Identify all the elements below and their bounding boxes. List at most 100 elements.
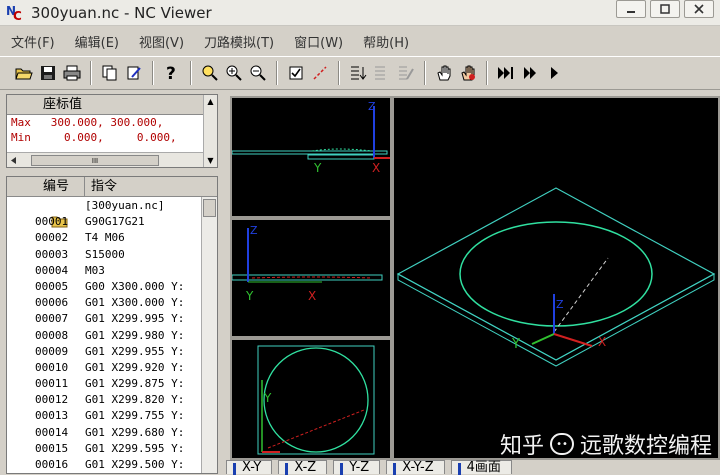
line-number: 00005	[35, 279, 69, 293]
code-row[interactable]: 00014 G01 X299.680 Y:	[7, 425, 217, 441]
viewport-yz[interactable]: Z Y X	[230, 218, 392, 338]
scroll-left-icon[interactable]	[7, 154, 21, 167]
window-title: 300yuan.nc - NC Viewer	[31, 3, 212, 22]
coord-x-value: 0.000,	[64, 131, 104, 144]
watermark-right: 远歌数控编程	[579, 434, 712, 459]
code-row[interactable]: 00011 G01 X299.875 Y:	[7, 376, 217, 392]
scroll-up-icon[interactable]: ▲	[207, 97, 213, 106]
checkbox-icon[interactable]	[285, 62, 307, 84]
toolbar-separator	[190, 61, 192, 85]
code-row[interactable]: 00003 S15000	[7, 247, 217, 263]
menu-toolpath-simulation[interactable]: 刀路模拟(T)	[193, 32, 283, 51]
menu-window[interactable]: 窗口(W)	[283, 32, 352, 51]
gcode-command: G01 X299.680 Y:	[85, 425, 185, 439]
code-row[interactable]: 00010 G01 X299.920 Y:	[7, 360, 217, 376]
code-row[interactable]: 00008 G01 X299.980 Y:	[7, 328, 217, 344]
code-row[interactable]: 00009 G01 X299.955 Y:	[7, 344, 217, 360]
coordinates-hscrollbar[interactable]: III	[7, 152, 203, 167]
step-forward-icon[interactable]	[519, 62, 541, 84]
play-icon[interactable]	[543, 62, 565, 84]
minimize-button[interactable]	[616, 0, 646, 18]
hand-pan-icon[interactable]	[433, 62, 455, 84]
line-number: 00003	[35, 247, 69, 261]
viewport-xz[interactable]: Z Y X	[230, 96, 392, 218]
code-rows: 00001 G90G17G21 00002 T4 M06 00003 S15000 0000…	[7, 214, 217, 473]
menu-file[interactable]: 文件(F)	[0, 32, 64, 51]
menu-edit[interactable]: 编辑(E)	[64, 32, 128, 51]
rotate-hand-icon[interactable]	[457, 62, 479, 84]
axis-y-label: Y	[263, 391, 272, 405]
tab-xyz[interactable]: X-Y-Z	[386, 460, 445, 475]
list-edit-icon[interactable]	[395, 62, 417, 84]
zoom-in-icon[interactable]	[223, 62, 245, 84]
tab-xz[interactable]: X-Z	[278, 460, 328, 475]
viewport-xz-canvas: Z Y X	[231, 100, 390, 175]
toolbar-separator	[90, 61, 92, 85]
coordinates-vscrollbar[interactable]: ▲ ▼	[203, 95, 217, 167]
viewport-3d[interactable]: Z Y X	[392, 96, 720, 460]
toolbar-separator	[152, 61, 154, 85]
save-icon[interactable]	[37, 62, 59, 84]
view-tabs: X-Y X-Z Y-Z X-Y-Z 4画面	[226, 460, 720, 475]
gcode-command: T4 M06	[85, 231, 125, 245]
line-number: 00007	[35, 312, 69, 326]
help-icon[interactable]: ?	[161, 62, 183, 84]
file-row[interactable]: [300yuan.nc]	[7, 198, 217, 228]
edit-icon[interactable]	[123, 62, 145, 84]
gcode-command: G01 X299.820 Y:	[85, 393, 185, 407]
viewport-xy[interactable]: Y	[230, 338, 392, 460]
code-row[interactable]: 00005 G00 X300.000 Y:	[7, 279, 217, 295]
coord-label: Max	[11, 116, 31, 129]
menu-help[interactable]: 帮助(H)	[352, 32, 418, 51]
tab-label: 4画面	[466, 460, 501, 475]
close-button[interactable]	[684, 0, 714, 18]
gcode-command: G01 X299.955 Y:	[85, 344, 185, 358]
copy-icon[interactable]	[99, 62, 121, 84]
zoom-window-icon[interactable]	[199, 62, 221, 84]
code-row[interactable]: 00002 T4 M06	[7, 230, 217, 246]
coord-row-min: Min 0.000, 0.000,	[7, 130, 217, 145]
code-row[interactable]: 00015 G01 X299.595 Y:	[7, 441, 217, 457]
column-header-number[interactable]: 编号	[7, 177, 85, 196]
tab-yz[interactable]: Y-Z	[333, 460, 381, 475]
column-header-command[interactable]: 指令	[85, 177, 117, 196]
list-grey-icon[interactable]	[371, 62, 393, 84]
axis-y-label: Y	[511, 337, 520, 352]
scroll-thumb[interactable]: III	[31, 154, 159, 166]
scroll-grip: III	[91, 156, 99, 165]
code-list-header: 编号 指令	[7, 177, 217, 197]
open-folder-icon[interactable]	[13, 62, 35, 84]
line-number: 00008	[35, 328, 69, 342]
print-icon[interactable]	[61, 62, 83, 84]
scroll-thumb[interactable]	[203, 199, 216, 217]
code-list-vscrollbar[interactable]	[201, 197, 217, 473]
menu-view[interactable]: 视图(V)	[128, 32, 193, 51]
code-list-panel: 编号 指令 [300yuan.nc] 00001 G90G17G21 00002 T4…	[6, 176, 218, 474]
code-row[interactable]: 00004 M03	[7, 263, 217, 279]
maximize-button[interactable]	[650, 0, 680, 18]
scroll-down-icon[interactable]: ▼	[207, 156, 213, 165]
line-number: 00013	[35, 409, 69, 423]
gcode-command: G00 X300.000 Y:	[85, 279, 185, 293]
tab-label: X-Y	[242, 460, 262, 475]
code-row[interactable]: 00012 G01 X299.820 Y:	[7, 392, 217, 408]
code-row[interactable]: 00006 G01 X300.000 Y:	[7, 295, 217, 311]
sort-list-icon[interactable]	[347, 62, 369, 84]
file-name: [300yuan.nc]	[85, 199, 165, 212]
tab-xy[interactable]: X-Y	[226, 460, 273, 475]
code-row[interactable]: 00001 G90G17G21	[7, 214, 217, 230]
line-tool-icon[interactable]	[309, 62, 331, 84]
coordinates-header: 座标值	[7, 95, 217, 115]
zoom-out-icon[interactable]	[247, 62, 269, 84]
fast-forward-icon[interactable]	[495, 62, 517, 84]
code-row[interactable]: 00007 G01 X299.995 Y:	[7, 311, 217, 327]
tab-label: X-Y-Z	[402, 460, 434, 475]
axis-x-label: X	[308, 289, 316, 303]
axis-y-label: Y	[245, 289, 254, 303]
coord-y-value: 300.000,	[110, 116, 164, 129]
tab-4view[interactable]: 4画面	[450, 460, 512, 475]
app-icon: NC	[6, 3, 22, 23]
line-number: 00001	[35, 215, 69, 229]
code-row[interactable]: 00016 G01 X299.500 Y:	[7, 457, 217, 473]
code-row[interactable]: 00013 G01 X299.755 Y:	[7, 408, 217, 424]
